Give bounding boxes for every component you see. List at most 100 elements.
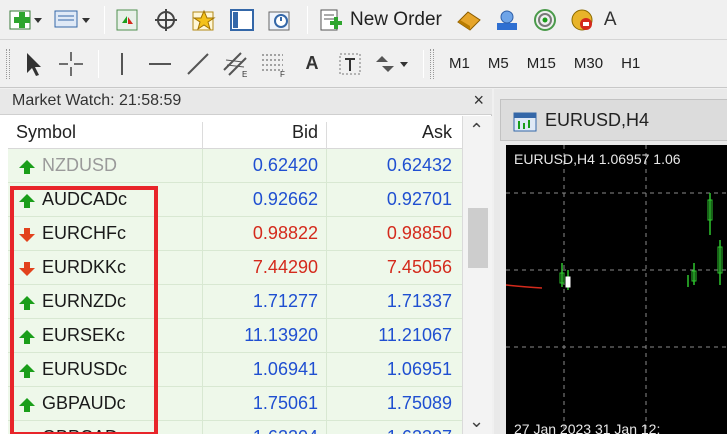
column-divider	[202, 251, 203, 285]
favorites-button[interactable]	[187, 4, 221, 36]
ask-price: 0.62432	[386, 155, 452, 175]
chart-tab-title: EURUSD,H4	[545, 110, 650, 130]
market-watch-row[interactable]: GBPCADc 1.62204 1.62307	[8, 421, 462, 434]
scroll-up-icon[interactable]: ⌃	[469, 120, 484, 141]
symbol-name: EURNZDc	[42, 291, 126, 311]
separator	[104, 5, 105, 34]
navigator-button[interactable]	[225, 4, 259, 36]
cursor-arrow-icon	[27, 52, 41, 76]
radio-button[interactable]	[528, 4, 562, 36]
svg-text:F: F	[280, 70, 285, 78]
market-watch-row[interactable]: GBPAUDc 1.75061 1.75089	[8, 387, 462, 421]
arrow-up-icon	[19, 364, 35, 378]
profiles-icon	[54, 10, 90, 27]
market-watch-title: Market Watch: 21:58:59 ×	[0, 89, 492, 115]
column-divider	[326, 421, 327, 434]
channel-icon: E	[223, 51, 247, 78]
symbol-name: EURCHFc	[42, 223, 126, 243]
column-divider	[202, 387, 203, 421]
equidistant-channel-button[interactable]: E	[219, 48, 253, 80]
column-header-ask[interactable]: Ask	[332, 122, 452, 143]
separator	[98, 49, 99, 78]
toolbar-grip[interactable]	[6, 48, 10, 79]
close-icon[interactable]: ×	[473, 90, 484, 111]
separator	[423, 49, 424, 78]
crosshair-tool-button[interactable]	[54, 48, 88, 80]
new-order-button[interactable]: New Order	[314, 4, 448, 36]
market-watch-row[interactable]: EURNZDc 1.71277 1.71337	[8, 285, 462, 319]
market-watch-header: Symbol Bid Ask	[8, 116, 462, 155]
ask-price: 1.62307	[332, 427, 452, 434]
timeframe-m5[interactable]: M5	[488, 55, 509, 72]
cursor-tool-button[interactable]	[16, 48, 50, 80]
timeframe-h1[interactable]: H1	[621, 55, 640, 72]
autotrading-label: A	[603, 8, 617, 30]
market-watch-row[interactable]: EURDKKc 7.44290 7.45056	[8, 251, 462, 285]
market-watch-row[interactable]: EURSEKc 11.13920 11.21067	[8, 319, 462, 353]
column-divider	[326, 285, 327, 319]
timeframe-m30[interactable]: M30	[574, 55, 603, 72]
scrollbar-thumb[interactable]	[468, 208, 488, 268]
arrow-up-icon	[19, 296, 35, 310]
fibonacci-icon: F	[262, 54, 285, 78]
symbol-name: AUDCADc	[42, 189, 128, 209]
column-divider	[202, 319, 203, 353]
history-button[interactable]	[263, 4, 297, 36]
bid-price: 1.75061	[252, 393, 318, 413]
signals-button[interactable]	[490, 4, 524, 36]
market-watch-button[interactable]	[111, 4, 145, 36]
trendline-button[interactable]	[181, 48, 215, 80]
arrow-down-icon	[19, 228, 35, 242]
column-divider	[326, 149, 327, 183]
text-tool-button[interactable]: A	[295, 48, 329, 80]
fibonacci-button[interactable]: F	[257, 48, 291, 80]
new-chart-button[interactable]	[6, 4, 46, 36]
ask-price: 1.71337	[386, 291, 452, 311]
history-icon	[268, 11, 290, 30]
broadcast-icon	[533, 8, 556, 31]
bid-price: 0.92662	[252, 189, 318, 209]
ask-price: 0.98850	[386, 223, 452, 243]
arrow-up-icon	[19, 330, 35, 344]
trendline-icon	[187, 52, 209, 75]
market-watch-panel: Market Watch: 21:58:59 × Symbol Bid Ask …	[0, 89, 492, 434]
bid-price: 0.98822	[252, 223, 318, 243]
horizontal-line-icon	[149, 62, 171, 65]
crosshair-button[interactable]	[149, 4, 183, 36]
svg-text:E: E	[242, 70, 247, 78]
profiles-button[interactable]	[50, 4, 94, 36]
favorites-star-icon	[192, 9, 216, 30]
expert-advisors-button[interactable]	[452, 4, 486, 36]
market-watch-icon	[116, 9, 138, 30]
timeframe-m15[interactable]: M15	[527, 55, 556, 72]
market-watch-row[interactable]: EURUSDc 1.06941 1.06951	[8, 353, 462, 387]
timeframe-m1[interactable]: M1	[449, 55, 470, 72]
market-watch-row[interactable]: AUDCADc 0.92662 0.92701	[8, 183, 462, 217]
horizontal-line-button[interactable]	[143, 48, 177, 80]
market-watch-scrollbar[interactable]: ⌃ ⌄	[462, 116, 492, 434]
bid-price: 11.13920	[244, 325, 318, 345]
chart-tab-eurusd[interactable]: EURUSD,H4	[500, 99, 727, 141]
chart-header-text: EURUSD,H4 1.06957 1.06	[514, 151, 681, 167]
column-header-symbol[interactable]: Symbol	[16, 122, 76, 143]
column-divider	[326, 251, 327, 285]
column-divider	[202, 285, 203, 319]
chart-canvas[interactable]: EURUSD,H4 1.06957 1.06 27 Jan 2023 31 Ja…	[506, 145, 727, 434]
market-watch-row[interactable]: EURCHFc 0.98822 0.98850	[8, 217, 462, 251]
market-watch-row[interactable]: NZDUSD 0.62420 0.62432	[8, 149, 462, 183]
text-label-button[interactable]	[333, 48, 367, 80]
scroll-down-icon[interactable]: ⌄	[469, 411, 484, 432]
vertical-line-button[interactable]	[105, 48, 139, 80]
autotrading-button[interactable]	[566, 4, 600, 36]
navigator-icon	[230, 8, 254, 31]
symbol-name: NZDUSD	[42, 155, 117, 175]
column-header-bid[interactable]: Bid	[208, 122, 318, 143]
toolbar-grip[interactable]	[430, 48, 434, 79]
symbol-name: GBPCADc	[42, 427, 127, 434]
chart-window: EURUSD,H4 EURUSD,H4 1.06957 1.06 27 Jan …	[494, 89, 727, 434]
vertical-line-icon	[121, 52, 123, 75]
column-divider	[326, 319, 327, 353]
chart-grid	[506, 145, 727, 434]
arrow-up-icon	[19, 160, 35, 174]
arrows-dropdown-button[interactable]	[371, 48, 413, 80]
